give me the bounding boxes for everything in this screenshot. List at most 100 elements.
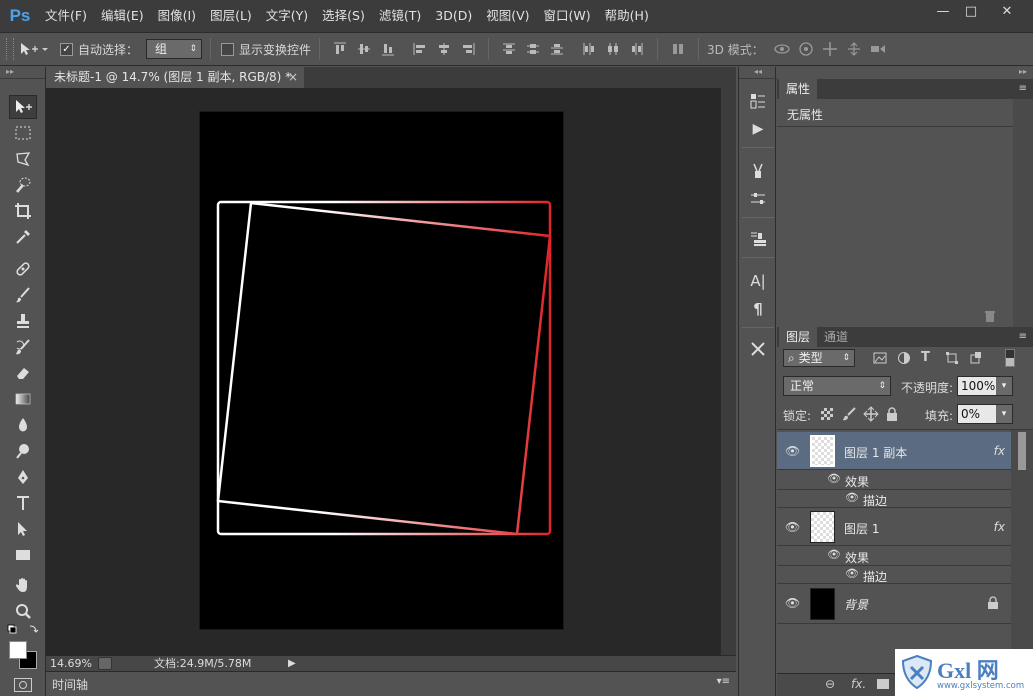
align-right-icon[interactable] [458, 39, 478, 59]
blend-mode-dropdown[interactable]: 正常 ⇕ [783, 376, 891, 396]
menu-image[interactable]: 图像(I) [151, 0, 203, 32]
fill-input[interactable]: 0% ▾ [957, 404, 1013, 424]
brush-settings-icon[interactable] [745, 187, 771, 211]
menu-layer[interactable]: 图层(L) [203, 0, 259, 32]
distribute-bottom-icon[interactable] [547, 39, 567, 59]
default-colors-icon[interactable] [6, 623, 40, 637]
hand-tool-icon[interactable] [9, 573, 37, 597]
add-mask-icon[interactable] [877, 679, 889, 689]
minimize-button[interactable]: — [929, 1, 957, 21]
layers-scrollbar[interactable] [1011, 430, 1033, 682]
menu-edit[interactable]: 编辑(E) [94, 0, 151, 32]
chevron-down-icon[interactable]: ▾ [996, 405, 1012, 423]
3d-roll-icon[interactable] [796, 39, 816, 59]
filter-pixel-icon[interactable] [873, 351, 889, 365]
pen-tool-icon[interactable] [9, 465, 37, 489]
close-button[interactable]: ✕ [985, 1, 1029, 21]
show-transform-checkbox[interactable] [221, 42, 235, 56]
align-top-icon[interactable] [330, 39, 350, 59]
effect-stroke-row[interactable]: 👁 描边 [777, 490, 1011, 508]
align-left-icon[interactable] [410, 39, 430, 59]
tab-layers[interactable]: 图层 [779, 327, 818, 347]
lasso-tool-icon[interactable] [9, 147, 37, 171]
effect-eye-icon[interactable]: 👁 [845, 567, 859, 580]
healing-brush-tool-icon[interactable] [9, 257, 37, 281]
quick-mask-icon[interactable] [14, 678, 32, 692]
panel-menu-icon[interactable]: ▾≡ [717, 676, 730, 687]
close-tab-icon[interactable]: × [288, 67, 298, 87]
tab-properties[interactable]: 属性 [779, 79, 818, 99]
lock-pixels-brush-icon[interactable] [841, 406, 857, 422]
auto-align-icon[interactable] [668, 39, 688, 59]
blur-tool-icon[interactable] [9, 413, 37, 437]
zoom-level[interactable]: 14.69% [50, 656, 92, 671]
effects-row[interactable]: 👁 效果 [777, 470, 1011, 490]
character-panel-icon[interactable]: A| [745, 269, 771, 293]
menu-window[interactable]: 窗口(W) [537, 0, 598, 32]
document-tab[interactable]: 未标题-1 @ 14.7% (图层 1 副本, RGB/8) * × [46, 67, 304, 88]
eyedropper-tool-icon[interactable] [9, 225, 37, 249]
link-layers-icon[interactable]: ⊖ [825, 677, 835, 691]
rectangle-tool-icon[interactable] [9, 543, 37, 567]
filter-adjustment-icon[interactable] [897, 351, 913, 365]
auto-select-dropdown[interactable]: 组 ⇕ [146, 39, 203, 59]
crop-tool-icon[interactable] [9, 199, 37, 223]
distribute-right-icon[interactable] [627, 39, 647, 59]
properties-scrollbar[interactable] [1013, 99, 1033, 327]
menu-type[interactable]: 文字(Y) [259, 0, 315, 32]
menu-3d[interactable]: 3D(D) [428, 0, 479, 32]
canvas-area[interactable] [46, 88, 720, 655]
add-style-icon[interactable]: fx. [851, 677, 866, 691]
filter-shape-icon[interactable] [945, 351, 961, 365]
move-tool-icon[interactable] [9, 95, 37, 119]
tool-presets-icon[interactable] [745, 337, 771, 361]
visibility-eye-icon[interactable]: 👁 [785, 520, 800, 534]
effect-eye-icon[interactable]: 👁 [845, 491, 859, 504]
3d-slide-icon[interactable] [844, 39, 864, 59]
brush-tool-icon[interactable] [9, 283, 37, 307]
layer-filter-dropdown[interactable]: ⌕ 类型 ⇕ [783, 349, 855, 367]
brush-presets-icon[interactable] [745, 159, 771, 183]
distribute-left-icon[interactable] [579, 39, 599, 59]
quick-selection-tool-icon[interactable] [9, 173, 37, 197]
timeline-tab[interactable]: 时间轴 [52, 676, 88, 693]
effect-stroke-row[interactable]: 👁 描边 [777, 566, 1011, 584]
eraser-tool-icon[interactable] [9, 361, 37, 385]
auto-select-checkbox[interactable]: ✓ [60, 42, 73, 56]
distribute-hcenter-icon[interactable] [603, 39, 623, 59]
dock-collapse-icon[interactable]: ◂◂ [739, 67, 777, 79]
vertical-scrollbar[interactable] [720, 88, 736, 655]
clone-source-icon[interactable] [745, 227, 771, 251]
history-brush-tool-icon[interactable] [9, 335, 37, 359]
type-tool-icon[interactable] [9, 491, 37, 515]
menu-filter[interactable]: 滤镜(T) [372, 0, 428, 32]
panel-menu-icon[interactable]: ≡ [1019, 79, 1027, 99]
layer-row[interactable]: 👁 图层 1 fx [777, 508, 1011, 546]
paragraph-panel-icon[interactable]: ¶ [745, 297, 771, 321]
options-grip[interactable] [6, 38, 14, 60]
lock-all-icon[interactable] [885, 406, 899, 422]
document-canvas[interactable] [200, 112, 563, 629]
effects-row[interactable]: 👁 效果 [777, 546, 1011, 566]
color-swatches[interactable] [9, 641, 39, 671]
layer-fx-icon[interactable]: fx [994, 444, 1005, 458]
layer-name[interactable]: 图层 1 [844, 520, 879, 537]
dodge-tool-icon[interactable] [9, 439, 37, 463]
effects-eye-icon[interactable]: 👁 [827, 472, 841, 485]
layer-row[interactable]: 👁 图层 1 副本 fx [777, 432, 1011, 470]
distribute-vcenter-icon[interactable] [523, 39, 543, 59]
menu-select[interactable]: 选择(S) [315, 0, 372, 32]
layer-fx-icon[interactable]: fx [994, 520, 1005, 534]
status-menu-arrow-icon[interactable]: ▶ [288, 656, 296, 671]
trash-icon[interactable] [983, 309, 997, 323]
clone-stamp-tool-icon[interactable] [9, 309, 37, 333]
opacity-input[interactable]: 100% ▾ [957, 376, 1013, 396]
panel-menu-icon[interactable]: ≡ [1019, 327, 1027, 347]
actions-play-icon[interactable]: ▶ [745, 117, 771, 141]
tools-collapse-icon[interactable]: ▸▸ [0, 67, 45, 79]
layer-name[interactable]: 背景 [844, 596, 868, 613]
history-panel-icon[interactable] [745, 89, 771, 113]
marquee-tool-icon[interactable] [9, 121, 37, 145]
3d-pan-icon[interactable] [820, 39, 840, 59]
align-hcenter-icon[interactable] [434, 39, 454, 59]
